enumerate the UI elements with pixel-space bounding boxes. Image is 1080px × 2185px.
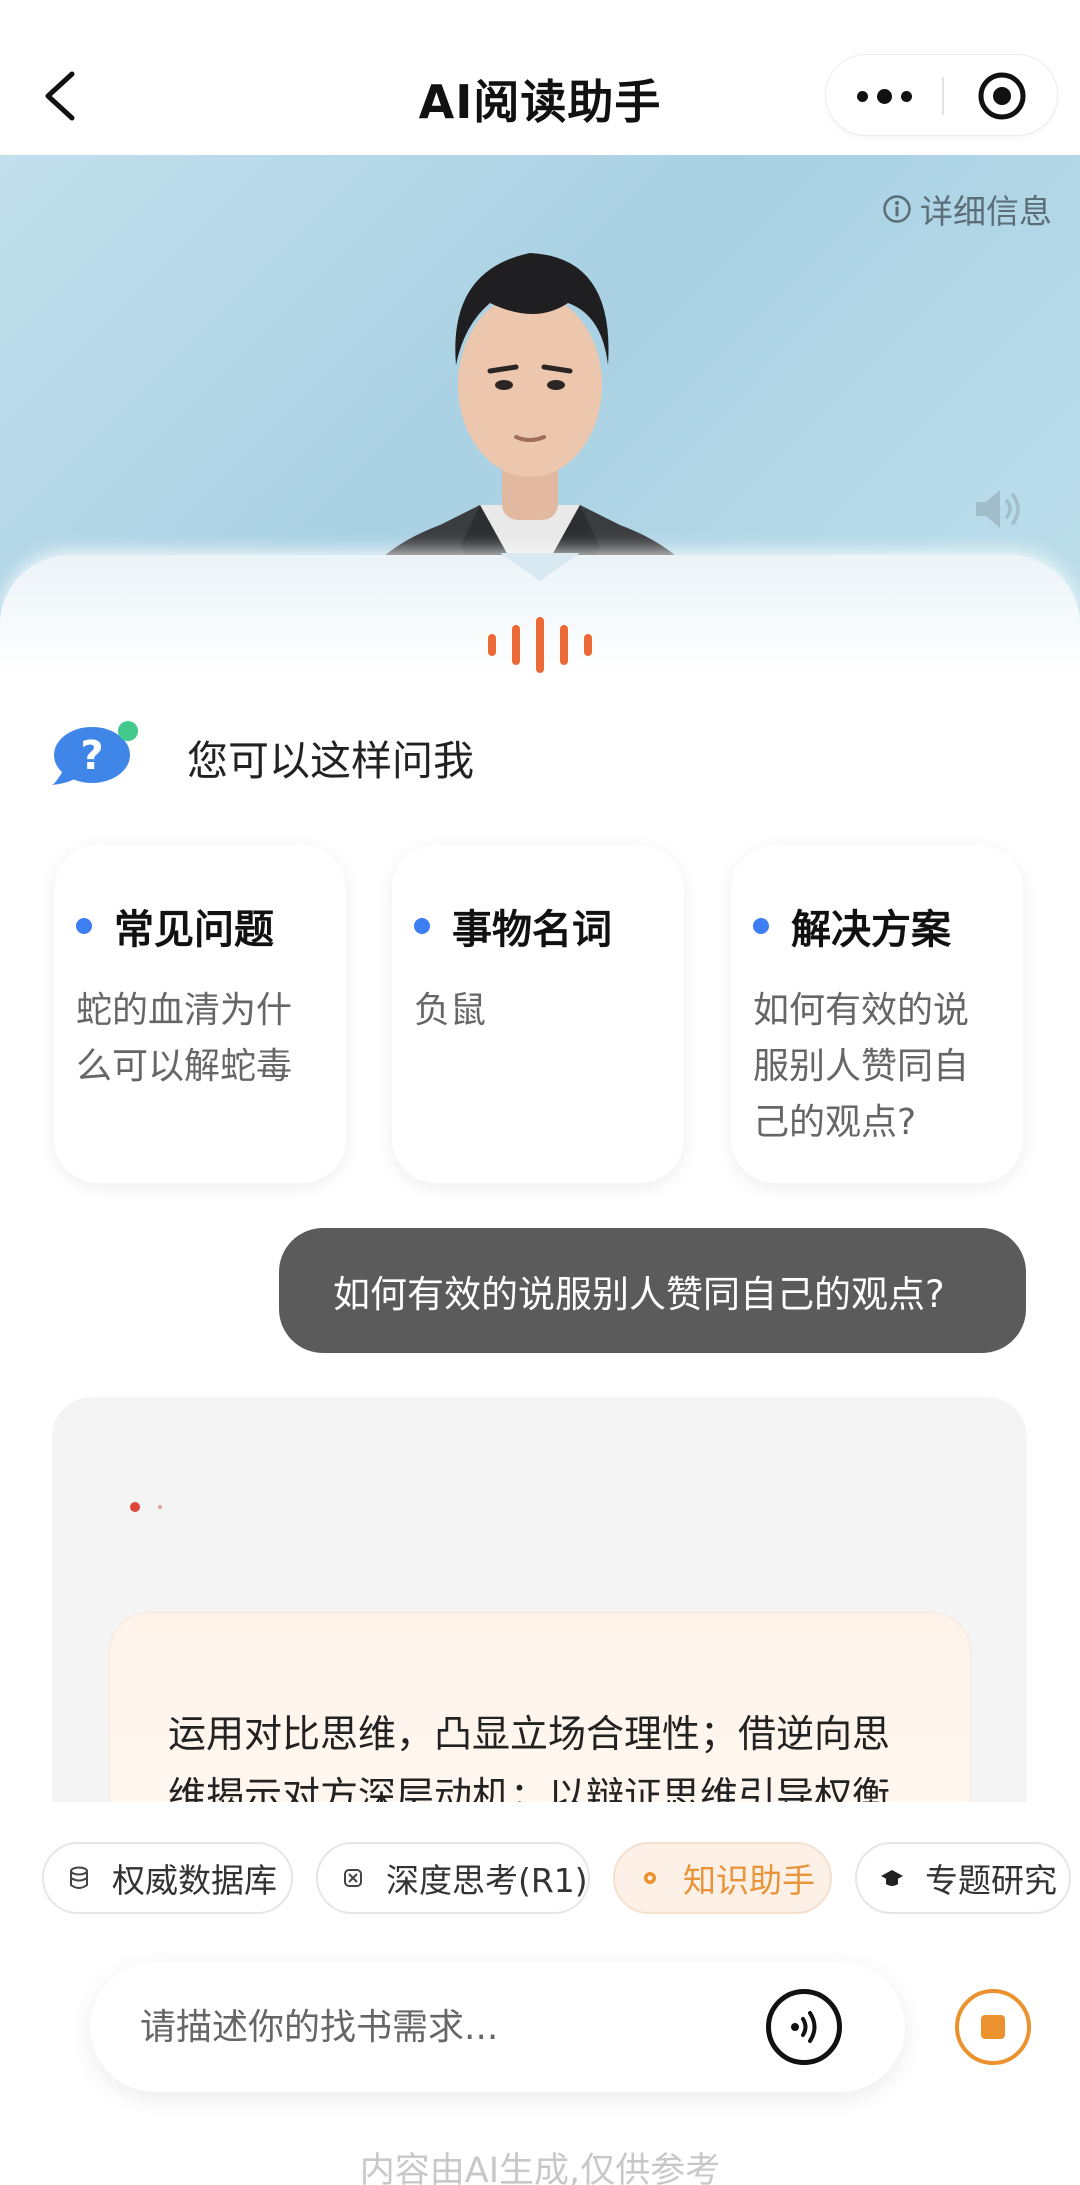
card-example: 如何有效的说服别人赞同自己的观点? (753, 990, 970, 1143)
suggestion-cards: 常见问题 蛇的血清为什么可以解蛇毒 事物名词 负鼠 解决方案 如何有效的说服别人… (0, 845, 1080, 1185)
question-bubble-icon: ? (52, 721, 138, 785)
voice-wave-icon (488, 617, 592, 673)
more-dot-icon (856, 90, 868, 102)
ai-answer-card: 运用对比思维，凸显立场合理性；借逆向思维揭示对方深层动机；以辩证思维引导权衡 (109, 1612, 971, 1802)
typing-dot-icon (130, 1502, 140, 1512)
ai-answer-text: 运用对比思维，凸显立场合理性；借逆向思维揭示对方深层动机；以辩证思维引导权衡 (168, 1712, 891, 1802)
card-title-text: 事物名词 (452, 907, 612, 953)
ai-disclaimer: 内容由AI生成,仅供参考 (359, 2151, 721, 2185)
chip-label: 知识助手 (683, 1861, 815, 1900)
detail-info-link[interactable]: 详细信息 (882, 185, 1052, 233)
card-title-text: 解决方案 (791, 907, 951, 953)
bullet-dot-icon (753, 918, 769, 934)
suggestion-header: ? 您可以这样问我 (52, 717, 474, 787)
user-message-text: 如何有效的说服别人赞同自己的观点? (333, 1272, 945, 1316)
chip-label: 权威数据库 (112, 1861, 277, 1900)
close-miniprogram-button[interactable] (944, 55, 1059, 137)
graduation-cap-icon (877, 1863, 907, 1893)
database-icon (64, 1863, 94, 1893)
card-example: 负鼠 (414, 990, 487, 1031)
suggestion-heading: 您可以这样问我 (187, 737, 474, 785)
svg-text:?: ? (80, 733, 103, 779)
suggestion-card-faq[interactable]: 常见问题 蛇的血清为什么可以解蛇毒 (54, 845, 346, 1183)
card-title: 事物名词 (414, 897, 660, 955)
panel-top-gradient (0, 555, 1080, 795)
chip-deep-thinking[interactable]: 深度思考(R1) (316, 1842, 590, 1914)
info-icon (883, 195, 911, 223)
more-dot-icon (900, 90, 912, 102)
deep-think-icon (338, 1863, 368, 1893)
bullet-dot-icon (414, 918, 430, 934)
nav-bar: AI阅读助手 (0, 0, 1080, 155)
speaker-icon[interactable] (972, 485, 1024, 533)
chip-topic-research[interactable]: 专题研究 (855, 1842, 1071, 1914)
mini-program-capsule (825, 54, 1058, 136)
panel-notch (500, 553, 580, 581)
card-title-text: 常见问题 (114, 907, 274, 953)
ai-answer-container: 运用对比思维，凸显立场合理性；借逆向思维揭示对方深层动机；以辩证思维引导权衡 (52, 1397, 1027, 1802)
suggestion-card-solutions[interactable]: 解决方案 如何有效的说服别人赞同自己的观点? (731, 845, 1023, 1183)
chip-label: 深度思考(R1) (386, 1861, 588, 1900)
search-box (90, 1962, 905, 2092)
card-example: 蛇的血清为什么可以解蛇毒 (76, 990, 293, 1087)
chip-label: 专题研究 (925, 1861, 1057, 1900)
target-circle-icon (978, 72, 1025, 120)
detail-info-label: 详细信息 (920, 192, 1052, 231)
card-title: 解决方案 (753, 897, 999, 955)
chip-authoritative-database[interactable]: 权威数据库 (42, 1842, 293, 1914)
more-dot-icon (876, 88, 892, 104)
voice-waves-icon (791, 2011, 817, 2043)
suggestion-card-terms[interactable]: 事物名词 负鼠 (392, 845, 684, 1183)
knowledge-icon (635, 1863, 665, 1893)
stop-generating-button[interactable] (955, 1989, 1031, 2065)
typing-indicator (130, 1502, 162, 1512)
chip-knowledge-assistant[interactable]: 知识助手 (613, 1842, 832, 1914)
bullet-dot-icon (76, 918, 92, 934)
user-message-bubble: 如何有效的说服别人赞同自己的观点? (279, 1228, 1026, 1353)
voice-input-button[interactable] (766, 1989, 842, 2065)
more-button[interactable] (826, 55, 942, 137)
book-request-input[interactable] (140, 1962, 740, 2092)
mode-chips: 权威数据库 深度思考(R1) 知识助手 专题研究 (0, 1842, 1080, 1916)
typing-dot-icon (158, 1505, 162, 1509)
card-title: 常见问题 (76, 897, 322, 955)
stop-square-icon (981, 2015, 1005, 2039)
